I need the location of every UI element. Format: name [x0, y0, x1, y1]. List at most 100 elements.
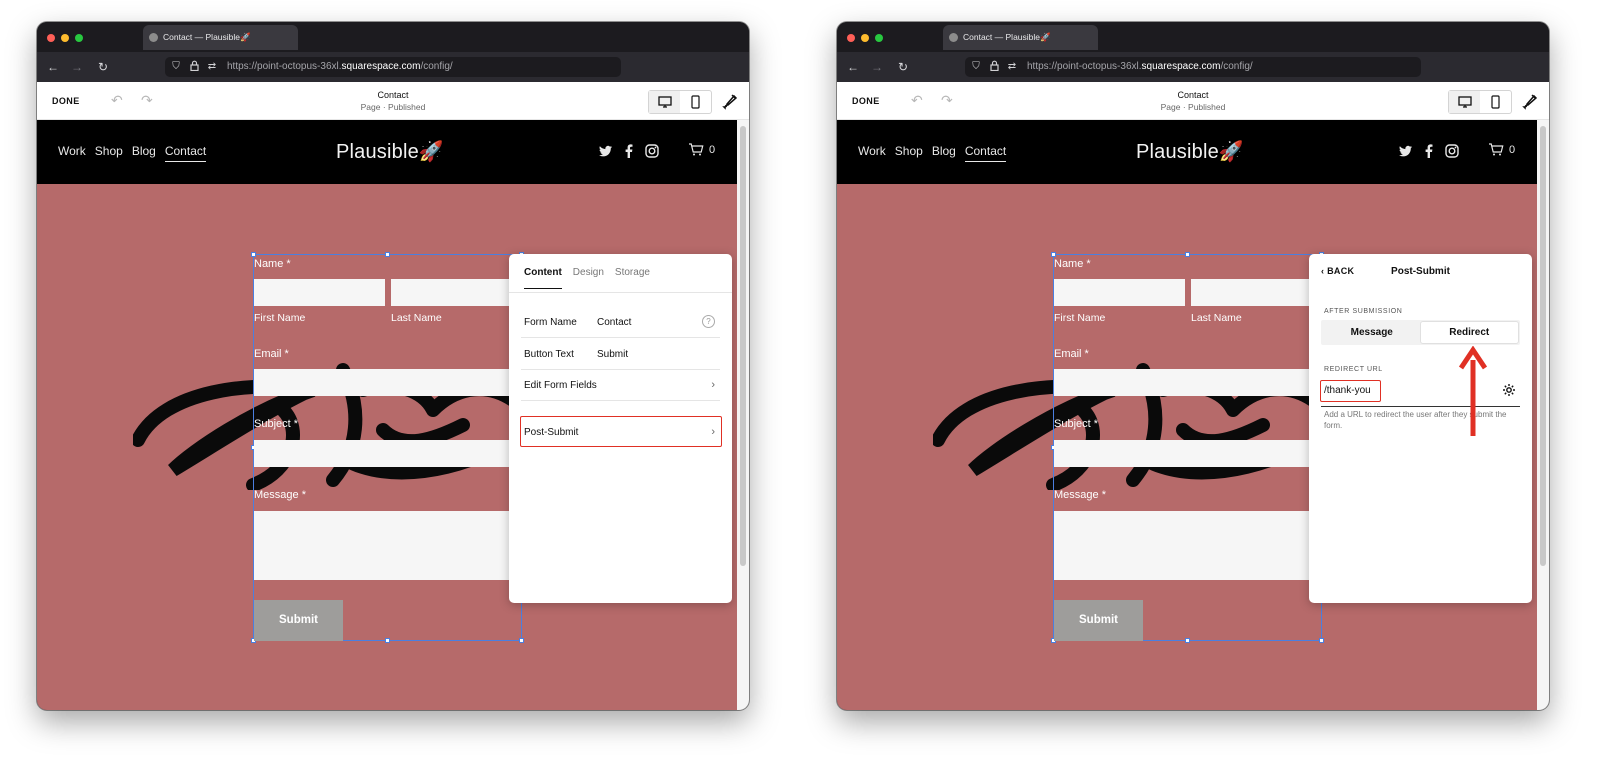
resize-handle[interactable]: [1051, 252, 1056, 257]
resize-handle[interactable]: [385, 252, 390, 257]
page-title: Contact: [1177, 90, 1209, 100]
window-controls: [47, 34, 83, 42]
shield-icon[interactable]: ⛉: [169, 60, 183, 74]
tab-design[interactable]: Design: [573, 267, 604, 289]
url-domain: squarespace.com: [341, 61, 421, 72]
lock-icon[interactable]: [987, 60, 1001, 74]
message-label: Message *: [1054, 489, 1106, 501]
address-bar[interactable]: ⛉ ⇄ https://point-octopus-36xl.squarespa…: [165, 57, 621, 77]
redirect-option[interactable]: Redirect: [1420, 322, 1518, 343]
facebook-icon[interactable]: [1425, 144, 1433, 158]
address-bar[interactable]: ⛉ ⇄ https://point-octopus-36xl.squarespa…: [965, 57, 1421, 77]
cart-count: 0: [709, 143, 716, 156]
mobile-view-button[interactable]: [680, 91, 711, 113]
subject-input[interactable]: [254, 440, 522, 467]
redirect-url-label: REDIRECT URL: [1324, 366, 1383, 373]
twitter-icon[interactable]: [599, 145, 613, 157]
form-block[interactable]: Name * First Name Last Name Email * Subj…: [1051, 252, 1324, 643]
close-window-button[interactable]: [47, 34, 55, 42]
cart-link[interactable]: 0: [688, 143, 715, 156]
editor-toolbar: DONE ↶ ↷ Contact Page · Published: [37, 82, 749, 120]
message-textarea[interactable]: [1054, 511, 1322, 580]
device-toggle: [648, 90, 712, 114]
title-bar: Contact — Plausible🚀: [37, 22, 749, 52]
scrollbar[interactable]: [737, 120, 749, 710]
back-arrow-icon[interactable]: ←: [45, 59, 61, 75]
forward-arrow-icon[interactable]: →: [69, 59, 85, 75]
form-submit-button[interactable]: Submit: [1054, 600, 1143, 641]
browser-tab[interactable]: Contact — Plausible🚀: [943, 25, 1098, 50]
subject-input[interactable]: [1054, 440, 1322, 467]
zoom-window-button[interactable]: [875, 34, 883, 42]
minimize-window-button[interactable]: [861, 34, 869, 42]
close-window-button[interactable]: [847, 34, 855, 42]
button-text-value[interactable]: Submit: [597, 349, 628, 360]
mobile-icon: [1491, 95, 1500, 109]
gear-icon[interactable]: [1502, 383, 1516, 397]
shield-icon[interactable]: ⛉: [969, 60, 983, 74]
url-domain: squarespace.com: [1141, 61, 1221, 72]
form-settings-panel: Content Design Storage Form Name Contact…: [509, 254, 732, 603]
message-textarea[interactable]: [254, 511, 522, 580]
help-icon[interactable]: ?: [702, 315, 715, 328]
resize-handle[interactable]: [1185, 252, 1190, 257]
resize-handle[interactable]: [385, 638, 390, 643]
edit-form-fields-row[interactable]: Edit Form Fields ›: [521, 370, 720, 401]
back-arrow-icon[interactable]: ←: [845, 59, 861, 75]
paintbrush-icon[interactable]: [721, 92, 739, 110]
email-input[interactable]: [1054, 369, 1322, 396]
instagram-icon[interactable]: [645, 144, 659, 158]
site-permissions-icon[interactable]: ⇄: [205, 60, 219, 74]
last-name-label: Last Name: [1191, 312, 1242, 324]
tab-storage[interactable]: Storage: [615, 267, 650, 289]
desktop-view-button[interactable]: [649, 91, 680, 113]
social-links: [1399, 144, 1459, 158]
zoom-window-button[interactable]: [75, 34, 83, 42]
twitter-icon[interactable]: [1399, 145, 1413, 157]
after-submission-label: AFTER SUBMISSION: [1324, 308, 1403, 315]
tab-content[interactable]: Content: [524, 267, 562, 289]
scrollbar-thumb[interactable]: [740, 126, 746, 566]
form-submit-button[interactable]: Submit: [254, 600, 343, 641]
site-permissions-icon[interactable]: ⇄: [1005, 60, 1019, 74]
page-status: Page · Published: [360, 102, 426, 112]
lock-icon[interactable]: [187, 60, 201, 74]
scrollbar-thumb[interactable]: [1540, 126, 1546, 566]
form-name-value[interactable]: Contact: [597, 317, 631, 328]
resize-handle[interactable]: [1185, 638, 1190, 643]
resize-handle[interactable]: [519, 638, 524, 643]
desktop-view-button[interactable]: [1449, 91, 1480, 113]
forward-arrow-icon[interactable]: →: [869, 59, 885, 75]
first-name-input[interactable]: [254, 279, 385, 306]
browser-tab[interactable]: Contact — Plausible🚀: [143, 25, 298, 50]
cart-link[interactable]: 0: [1488, 143, 1515, 156]
form-block[interactable]: Name * First Name Last Name Email * Subj…: [251, 252, 524, 643]
social-links: [599, 144, 659, 158]
site-header: Work Shop Blog Contact Plausible🚀 0: [37, 120, 737, 184]
reload-icon[interactable]: ↻: [95, 59, 111, 75]
email-input[interactable]: [254, 369, 522, 396]
resize-handle[interactable]: [251, 252, 256, 257]
minimize-window-button[interactable]: [61, 34, 69, 42]
resize-handle[interactable]: [1319, 638, 1324, 643]
first-name-input[interactable]: [1054, 279, 1185, 306]
reload-icon[interactable]: ↻: [895, 59, 911, 75]
cart-icon: [689, 143, 704, 156]
post-submit-panel: ‹ BACK Post-Submit AFTER SUBMISSION Mess…: [1309, 254, 1532, 603]
edit-form-fields-label: Edit Form Fields: [524, 380, 597, 391]
panel-divider: [509, 292, 732, 293]
last-name-input[interactable]: [1191, 279, 1322, 306]
paintbrush-icon[interactable]: [1521, 92, 1539, 110]
mobile-view-button[interactable]: [1480, 91, 1511, 113]
button-text-row[interactable]: Button Text Submit: [521, 339, 720, 370]
facebook-icon[interactable]: [625, 144, 633, 158]
form-name-row[interactable]: Form Name Contact ?: [521, 307, 720, 338]
first-name-label: First Name: [1054, 312, 1106, 324]
input-underline: [1321, 406, 1520, 407]
scrollbar[interactable]: [1537, 120, 1549, 710]
message-option[interactable]: Message: [1323, 322, 1421, 343]
instagram-icon[interactable]: [1445, 144, 1459, 158]
url-prefix: https://point-octopus-36xl.: [1027, 61, 1142, 72]
first-name-label: First Name: [254, 312, 306, 324]
last-name-input[interactable]: [391, 279, 522, 306]
